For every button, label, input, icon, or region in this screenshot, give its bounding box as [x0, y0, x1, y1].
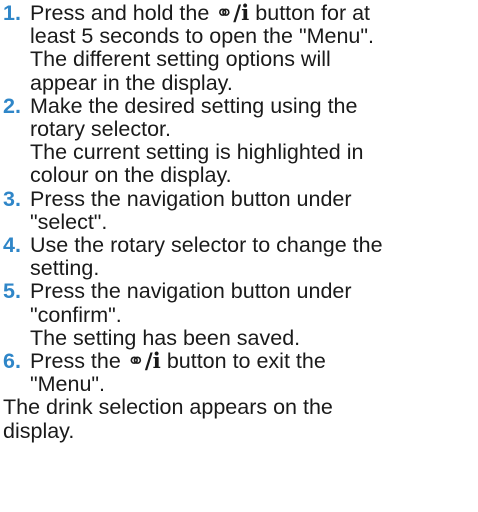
- step-line-text: Press the: [30, 349, 127, 374]
- step-line: The current setting is highlighted in: [30, 140, 364, 165]
- step-line-text: Press and hold the: [30, 1, 216, 25]
- step-number: 3.: [3, 186, 21, 211]
- step-number: 4.: [3, 233, 21, 258]
- result-text: The drink selection appears on the displ…: [3, 395, 478, 443]
- step-line: Press the ⚭/i button to exit the: [30, 349, 478, 375]
- instruction-document: 1. Press and hold the ⚭/i button for at …: [0, 0, 478, 512]
- step-line: appear in the display.: [30, 70, 233, 95]
- step-line: Press and hold the ⚭/i button for at: [30, 1, 478, 26]
- step-5: 5. Press the navigation button under "co…: [3, 280, 478, 350]
- step-line-text: button to exit the: [160, 349, 326, 374]
- slash-i-glyph: /i: [233, 1, 250, 26]
- instruction-steps: 1. Press and hold the ⚭/i button for at …: [3, 1, 478, 397]
- step-6: 6. Press the ⚭/i button to exit the "Men…: [3, 349, 478, 397]
- step-line: least 5 seconds to open the "Menu".: [30, 24, 374, 49]
- step-line: The different setting options will: [30, 47, 331, 72]
- step-text: Press the navigation button under "confi…: [30, 280, 478, 350]
- step-line: setting.: [30, 256, 100, 281]
- step-text: Press the navigation button under "selec…: [30, 186, 478, 234]
- step-number: 5.: [3, 279, 21, 304]
- step-4: 4. Use the rotary selector to change the…: [3, 233, 478, 281]
- step-text: Press and hold the ⚭/i button for at lea…: [30, 1, 478, 95]
- step-number: 1.: [3, 1, 21, 25]
- step-1: 1. Press and hold the ⚭/i button for at …: [3, 1, 478, 95]
- step-line: The setting has been saved.: [30, 325, 301, 350]
- result-line: The drink selection appears on the: [3, 395, 333, 420]
- step-line: "Menu".: [30, 372, 106, 397]
- step-text: Press the ⚭/i button to exit the "Menu".: [30, 349, 478, 397]
- step-line: Press the navigation button under: [30, 279, 352, 304]
- slash-i-glyph: /i: [144, 349, 161, 375]
- step-number: 6.: [3, 349, 21, 374]
- step-text: Make the desired setting using the rotar…: [30, 93, 478, 188]
- step-line: rotary selector.: [30, 117, 171, 142]
- drops-info-button-icon: ⚭: [126, 349, 145, 375]
- drops-info-button-icon: ⚭: [215, 1, 234, 26]
- step-number: 2.: [3, 93, 21, 118]
- step-2: 2. Make the desired setting using the ro…: [3, 93, 478, 188]
- step-line: colour on the display.: [30, 163, 232, 188]
- step-line: Use the rotary selector to change the: [30, 233, 383, 258]
- result-line: display.: [3, 418, 75, 443]
- step-line: Make the desired setting using the: [30, 93, 358, 118]
- step-line: "select".: [30, 209, 108, 234]
- step-line-text: button for at: [249, 1, 371, 25]
- step-line: Press the navigation button under: [30, 186, 352, 211]
- step-3: 3. Press the navigation button under "se…: [3, 186, 478, 234]
- step-line: "confirm".: [30, 302, 122, 327]
- step-text: Use the rotary selector to change the se…: [30, 233, 478, 281]
